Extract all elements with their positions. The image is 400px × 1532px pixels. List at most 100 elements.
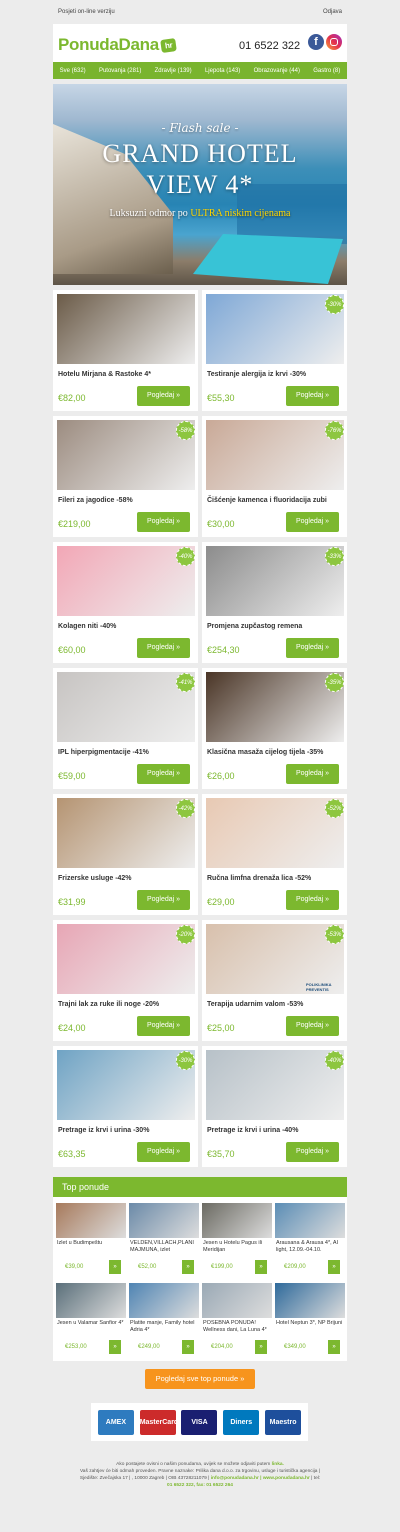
product-card[interactable]: -58% Fileri za jagodice -58% €219,00 Pogled… — [53, 416, 198, 537]
product-title[interactable]: Trajni lak za ruke ili noge -20% — [58, 1001, 159, 1008]
nav-item[interactable]: Gastro (8) — [313, 68, 340, 74]
logo[interactable]: PonudaDana hr — [58, 35, 178, 55]
top-offer-name[interactable]: Izlet u Budimpeštu — [57, 1240, 125, 1247]
product-image[interactable] — [206, 420, 344, 490]
product-image[interactable] — [57, 672, 195, 742]
top-offer-name[interactable]: Platite manje, Family hotel Adria 4* — [130, 1320, 198, 1334]
product-title[interactable]: Terapija udarnim valom -53% — [207, 1001, 303, 1008]
product-image[interactable] — [57, 546, 195, 616]
product-image[interactable] — [57, 1050, 195, 1120]
top-offer-card[interactable]: VELDEN,VILLACH,PLANI MAJMUNA, izlet €52,0… — [128, 1197, 199, 1275]
top-offer-card[interactable]: Platite manje, Family hotel Adria 4* €249… — [128, 1277, 199, 1355]
view-button[interactable]: Pogledaj » — [286, 638, 339, 658]
top-offer-image[interactable] — [202, 1203, 272, 1238]
product-image[interactable] — [206, 672, 344, 742]
product-card[interactable]: -42% Frizerske usluge -42% €31,99 Pogledaj … — [53, 794, 198, 915]
view-button[interactable]: Pogledaj » — [137, 890, 190, 910]
product-card[interactable]: -40% Kolagen niti -40% €60,00 Pogledaj » — [53, 542, 198, 663]
product-card[interactable]: -40% Pretrage iz krvi i urina -40% €35,70 P… — [202, 1046, 347, 1167]
top-offer-name[interactable]: Jesen u Valamar Sanfior 4* — [57, 1320, 125, 1327]
view-button[interactable]: Pogledaj » — [286, 512, 339, 532]
product-card[interactable]: -41% IPL hiperpigmentacije -41% €59,00 Pogl… — [53, 668, 198, 789]
top-offer-image[interactable] — [56, 1283, 126, 1318]
top-offer-name[interactable]: Jesen u Hotelu Pagus ili Meridijan — [203, 1240, 271, 1254]
product-image[interactable] — [206, 546, 344, 616]
view-button[interactable]: Pogledaj » — [137, 386, 190, 406]
product-title[interactable]: Kolagen niti -40% — [58, 623, 116, 630]
top-offer-button[interactable]: » — [328, 1260, 340, 1274]
product-image[interactable] — [206, 798, 344, 868]
top-offer-name[interactable]: POSEBNA PONUDA! Wellness dani, La Luna 4… — [203, 1320, 271, 1334]
product-card[interactable]: Hotelu Mirjana & Rastoke 4* €82,00 Pogleda… — [53, 290, 198, 411]
top-offer-card[interactable]: POSEBNA PONUDA! Wellness dani, La Luna 4… — [201, 1277, 272, 1355]
top-offer-image[interactable] — [275, 1203, 345, 1238]
top-offer-card[interactable]: Hotel Neptun 3*, NP Brijuni €349,00 » — [274, 1277, 345, 1355]
top-offer-card[interactable]: Izlet u Budimpeštu €39,00 » — [55, 1197, 126, 1275]
nav-item[interactable]: Obrazovanje (44) — [254, 68, 300, 74]
product-title[interactable]: Frizerske usluge -42% — [58, 875, 132, 882]
top-offer-card[interactable]: Jesen u Hotelu Pagus ili Meridijan €199,0… — [201, 1197, 272, 1275]
product-image[interactable] — [206, 294, 344, 364]
product-card[interactable]: -30% Testiranje alergija iz krvi -30% €55,… — [202, 290, 347, 411]
view-button[interactable]: Pogledaj » — [137, 1142, 190, 1162]
top-offer-button[interactable]: » — [255, 1260, 267, 1274]
product-title[interactable]: Testiranje alergija iz krvi -30% — [207, 371, 306, 378]
top-offer-card[interactable]: Jesen u Valamar Sanfior 4* €253,00 » — [55, 1277, 126, 1355]
online-version-link[interactable]: Posjeti on-line verziju — [58, 9, 115, 15]
view-button[interactable]: Pogledaj » — [137, 638, 190, 658]
product-card[interactable]: -52% Ručna limfna drenaža lica -52% €29,00… — [202, 794, 347, 915]
top-offer-button[interactable]: » — [109, 1260, 121, 1274]
top-offer-image[interactable] — [129, 1203, 199, 1238]
top-offer-image[interactable] — [202, 1283, 272, 1318]
unsubscribe-footer-link[interactable]: linka. — [272, 1462, 284, 1467]
top-offer-name[interactable]: Hotel Neptun 3*, NP Brijuni — [276, 1320, 344, 1327]
top-offer-button[interactable]: » — [328, 1340, 340, 1354]
top-offer-card[interactable]: Arausana & Arausa 4*, AI light, 12.09.-0… — [274, 1197, 345, 1275]
top-offer-button[interactable]: » — [109, 1340, 121, 1354]
top-offer-button[interactable]: » — [182, 1260, 194, 1274]
see-all-top-offers-button[interactable]: Pogledaj sve top ponude » — [145, 1369, 255, 1389]
top-offer-image[interactable] — [129, 1283, 199, 1318]
view-button[interactable]: Pogledaj » — [286, 1142, 339, 1162]
nav-item[interactable]: Ljepota (143) — [205, 68, 240, 74]
product-title[interactable]: Fileri za jagodice -58% — [58, 497, 133, 504]
view-button[interactable]: Pogledaj » — [286, 764, 339, 784]
top-offer-button[interactable]: » — [255, 1340, 267, 1354]
nav-item[interactable]: Sve (632) — [60, 68, 86, 74]
top-offer-name[interactable]: Arausana & Arausa 4*, AI light, 12.09.-0… — [276, 1240, 344, 1254]
product-image[interactable] — [57, 294, 195, 364]
product-card[interactable]: -53% POLIKLINIKA PREVENTIS Terapija udarni… — [202, 920, 347, 1041]
view-button[interactable]: Pogledaj » — [286, 1016, 339, 1036]
top-offer-image[interactable] — [56, 1203, 126, 1238]
product-title[interactable]: Pretrage iz krvi i urina -40% — [207, 1127, 298, 1134]
product-card[interactable]: -30% Pretrage iz krvi i urina -30% €63,35 P… — [53, 1046, 198, 1167]
product-card[interactable]: -20% Trajni lak za ruke ili noge -20% €24,… — [53, 920, 198, 1041]
instagram-icon[interactable] — [326, 34, 342, 50]
hero-banner[interactable]: - Flash sale - GRAND HOTEL VIEW 4* Luksu… — [53, 84, 347, 285]
product-image[interactable] — [57, 924, 195, 994]
facebook-icon[interactable]: f — [308, 34, 324, 50]
product-card[interactable]: -76% Čišćenje kamenca i fluoridacija zubi… — [202, 416, 347, 537]
view-button[interactable]: Pogledaj » — [137, 764, 190, 784]
product-title[interactable]: Pretrage iz krvi i urina -30% — [58, 1127, 149, 1134]
product-title[interactable]: IPL hiperpigmentacije -41% — [58, 749, 149, 756]
product-title[interactable]: Čišćenje kamenca i fluoridacija zubi — [207, 497, 327, 504]
top-offer-name[interactable]: VELDEN,VILLACH,PLANI MAJMUNA, izlet — [130, 1240, 198, 1254]
unsubscribe-link[interactable]: Odjava — [323, 9, 342, 15]
view-button[interactable]: Pogledaj » — [137, 1016, 190, 1036]
product-title[interactable]: Ručna limfna drenaža lica -52% — [207, 875, 311, 882]
product-image[interactable] — [57, 798, 195, 868]
view-button[interactable]: Pogledaj » — [286, 890, 339, 910]
top-offer-button[interactable]: » — [182, 1340, 194, 1354]
product-card[interactable]: -35% Klasična masaža cijelog tijela -35% €… — [202, 668, 347, 789]
nav-item[interactable]: Putovanja (281) — [99, 68, 141, 74]
nav-item[interactable]: Zdravlje (139) — [155, 68, 192, 74]
view-button[interactable]: Pogledaj » — [286, 386, 339, 406]
product-card[interactable]: -33% Promjena zupčastog remena €254,30 Pogl… — [202, 542, 347, 663]
product-title[interactable]: Klasična masaža cijelog tijela -35% — [207, 749, 323, 756]
view-button[interactable]: Pogledaj » — [137, 512, 190, 532]
product-image[interactable] — [206, 1050, 344, 1120]
product-image[interactable] — [57, 420, 195, 490]
product-title[interactable]: Promjena zupčastog remena — [207, 623, 302, 630]
top-offer-image[interactable] — [275, 1283, 345, 1318]
